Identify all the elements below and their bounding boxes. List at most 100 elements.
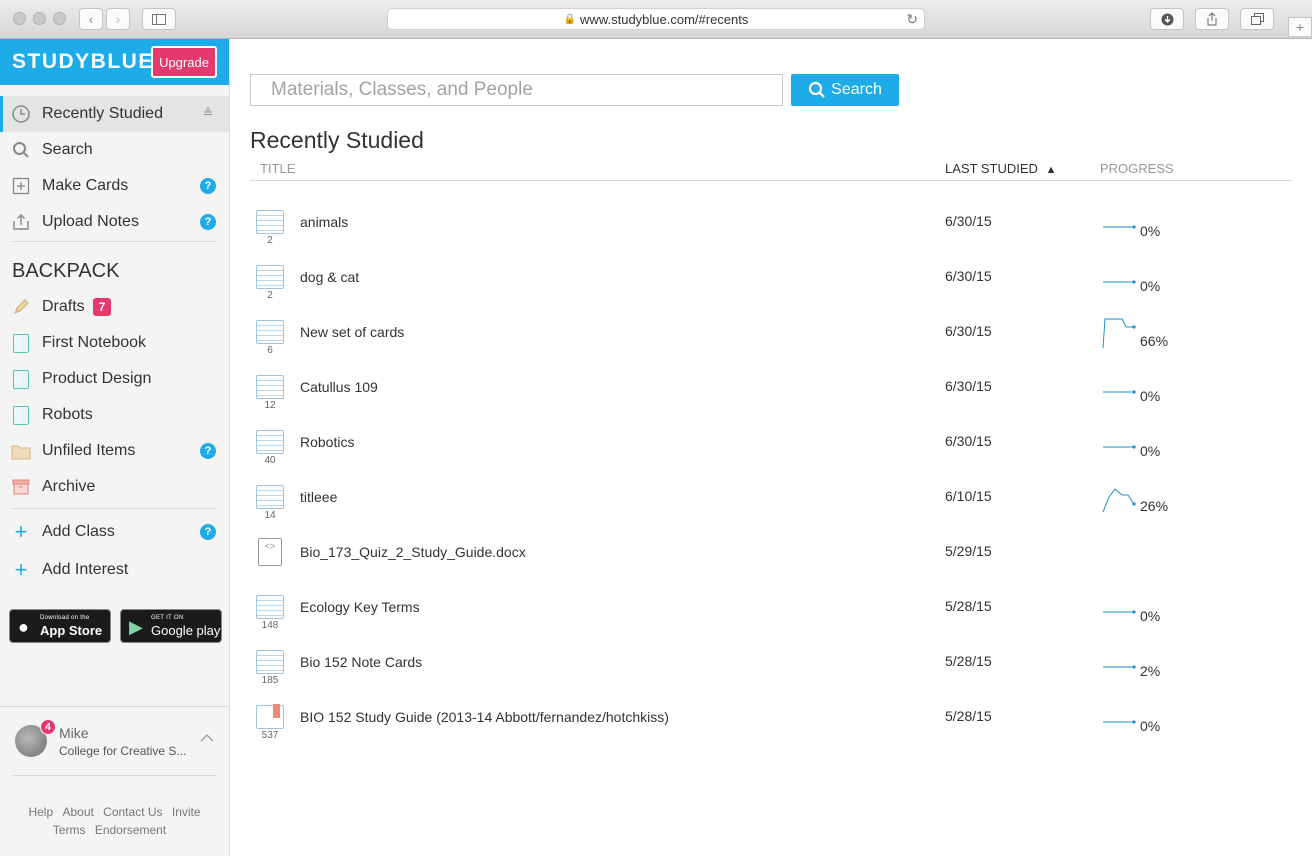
table-row[interactable]: 6 New set of cards 6/30/15 66% [250,302,1292,357]
upgrade-button[interactable]: Upgrade [151,46,217,78]
back-button[interactable]: ‹ [79,8,103,30]
invite-link[interactable]: Invite [172,805,201,819]
help-icon[interactable]: ? [200,524,216,540]
card-count: 185 [261,675,279,686]
reload-icon[interactable]: ↻ [906,11,918,28]
row-title[interactable]: titleee [300,489,337,505]
backpack-label: First Notebook [42,334,147,351]
row-last-studied: 5/29/15 [945,543,992,559]
flashcards-icon [256,210,284,234]
row-last-studied: 6/10/15 [945,488,992,504]
search-button-label: Search [831,81,882,98]
row-last-studied: 6/30/15 [945,213,992,229]
table-row[interactable]: 537 BIO 152 Study Guide (2013-14 Abbott/f… [250,687,1292,742]
search-input[interactable] [250,74,783,106]
table-row[interactable]: <> Bio_173_Quiz_2_Study_Guide.docx 5/29/15 [250,522,1292,577]
downloads-button[interactable] [1150,8,1184,30]
progress-percent: 26% [1140,498,1169,514]
help-icon[interactable]: ? [200,178,216,194]
column-title[interactable]: TITLE [260,161,295,176]
help-icon[interactable]: ? [200,214,216,230]
row-title[interactable]: dog & cat [300,269,359,285]
upload-icon [11,212,31,232]
row-title[interactable]: Robotics [300,434,354,450]
progress-percent: 0% [1140,443,1161,459]
table-row[interactable]: 2 animals 6/30/15 0% [250,192,1292,247]
help-icon[interactable]: ? [200,443,216,459]
row-title[interactable]: Bio 152 Note Cards [300,654,422,670]
progress-percent: 66% [1140,333,1169,349]
progress-percent: 0% [1140,608,1161,624]
table-row[interactable]: 2 dog & cat 6/30/15 0% [250,247,1292,302]
search-button[interactable]: Search [791,74,899,106]
add-class-label: Add Class [42,523,115,540]
notification-badge: 4 [40,719,56,735]
help-link[interactable]: Help [28,805,53,819]
table-row[interactable]: 12 Catullus 109 6/30/15 0% [250,357,1292,412]
row-title[interactable]: BIO 152 Study Guide (2013-14 Abbott/fern… [300,709,669,725]
column-last-studied[interactable]: LAST STUDIED ▲ [945,161,1056,176]
add-interest-button[interactable]: + Add Interest [0,552,229,588]
minimize-window-button[interactable] [33,12,46,25]
backpack-label: Product Design [42,370,152,387]
chevron-up-icon [200,729,214,745]
column-progress[interactable]: PROGRESS [1100,161,1174,176]
row-title[interactable]: Catullus 109 [300,379,378,395]
google-play-text: Google play [151,623,221,638]
row-title[interactable]: New set of cards [300,324,404,340]
row-title[interactable]: animals [300,214,348,230]
card-count: 14 [264,510,276,521]
backpack-label: Archive [42,478,96,495]
row-title[interactable]: Ecology Key Terms [300,599,420,615]
plus-square-icon [11,176,31,196]
backpack-label: Drafts [42,298,85,315]
nav-search[interactable]: Search [0,132,229,168]
table-row[interactable]: 185 Bio 152 Note Cards 5/28/15 2% [250,632,1292,687]
notebook-icon [11,369,31,389]
logo[interactable]: STUDYBLUE [12,50,154,74]
new-tab-button[interactable]: + [1288,17,1312,37]
forward-button[interactable]: › [106,8,130,30]
endorsement-link[interactable]: Endorsement [95,823,166,837]
share-button[interactable] [1195,8,1229,30]
flashcards-icon [256,320,284,344]
backpack-product-design[interactable]: Product Design [0,361,229,397]
progress-percent: 0% [1140,223,1161,239]
backpack-archive[interactable]: Archive [0,469,229,505]
archive-icon [11,477,31,497]
table-row[interactable]: 148 Ecology Key Terms 5/28/15 0% [250,577,1292,632]
card-count: 6 [267,345,273,356]
backpack-label: Unfiled Items [42,442,136,459]
tabs-overview-button[interactable] [1240,8,1274,30]
terms-link[interactable]: Terms [53,823,86,837]
add-class-button[interactable]: + Add Class ? [0,514,229,550]
progress-sparkline [1102,488,1136,513]
nav-recently-studied[interactable]: Recently Studied ≜ [0,96,229,132]
sidebar-toggle-button[interactable] [142,8,176,30]
backpack-first-notebook[interactable]: First Notebook [0,325,229,361]
app-store-badge[interactable]: ● Download on the App Store [9,609,111,643]
tabs-icon [1250,13,1264,25]
nav-make-cards[interactable]: Make Cards ? [0,168,229,204]
zoom-window-button[interactable] [53,12,66,25]
backpack-unfiled-items[interactable]: Unfiled Items ? [0,433,229,469]
profile-menu[interactable]: 4 Mike College for Creative S... [0,713,229,773]
row-last-studied: 6/30/15 [945,378,992,394]
row-title[interactable]: Bio_173_Quiz_2_Study_Guide.docx [300,544,526,560]
close-window-button[interactable] [13,12,26,25]
address-bar[interactable]: 🔒 www.studyblue.com/#recents ↻ [387,8,925,30]
contact-us-link[interactable]: Contact Us [103,805,162,819]
table-row[interactable]: 40 Robotics 6/30/15 0% [250,412,1292,467]
about-link[interactable]: About [62,805,93,819]
google-play-badge[interactable]: ▶ GET IT ON Google play [120,609,222,643]
app-store-text: App Store [40,623,103,638]
table-row[interactable]: 14 titleee 6/10/15 26% [250,467,1292,522]
nav-upload-notes[interactable]: Upload Notes ? [0,204,229,240]
page-title: Recently Studied [250,127,424,153]
flashcards-icon [256,375,284,399]
column-label: LAST STUDIED [945,161,1038,176]
backpack-drafts[interactable]: Drafts 7 [0,289,229,325]
search-icon [809,81,825,98]
backpack-robots[interactable]: Robots [0,397,229,433]
divider [12,241,217,242]
